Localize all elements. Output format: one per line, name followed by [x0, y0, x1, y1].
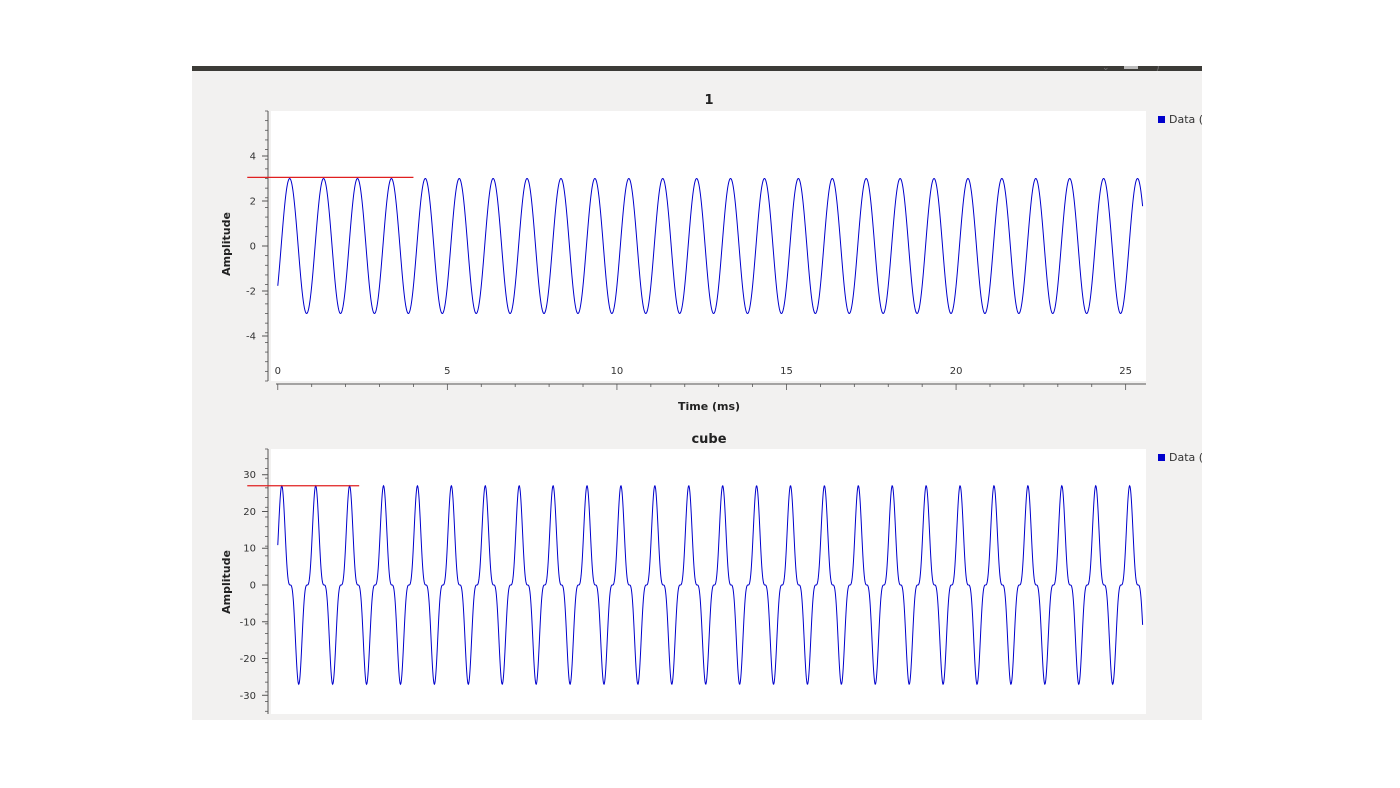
- x-tick-label: 15: [780, 366, 793, 377]
- qt-gui-window: ⌄ ) 1 Amplitude Time (ms) Data ( 4 2 0 -2 -4…: [192, 66, 1202, 720]
- y-axis-label: Amplitude: [220, 550, 233, 614]
- x-tick-label: 0: [275, 366, 281, 377]
- legend-label: Data (: [1169, 113, 1202, 126]
- time-plot-cube[interactable]: cube Amplitude Data ( 30 20 10 0 -10 -20 -30: [192, 424, 1202, 714]
- legend-swatch: [1158, 116, 1165, 123]
- y-tick-label: -20: [240, 654, 256, 665]
- y-tick-label: 10: [243, 544, 256, 555]
- plot-title: cube: [691, 432, 726, 447]
- plot-title: 1: [704, 93, 713, 108]
- maximize-icon[interactable]: [1124, 66, 1138, 69]
- legend-swatch: [1158, 454, 1165, 461]
- x-tick-label: 25: [1119, 366, 1132, 377]
- y-tick-label: 20: [243, 507, 256, 518]
- x-tick-label: 10: [611, 366, 624, 377]
- legend-label: Data (: [1169, 451, 1202, 464]
- x-axis-label: Time (ms): [678, 400, 740, 413]
- y-axis-label: Amplitude: [220, 212, 233, 276]
- y-tick-label: -4: [246, 332, 256, 343]
- x-tick-label: 5: [444, 366, 450, 377]
- y-tick-label: 0: [250, 242, 256, 253]
- window-titlebar: [192, 66, 1202, 71]
- close-icon[interactable]: ): [1156, 66, 1160, 73]
- x-tick-label: 20: [950, 366, 963, 377]
- y-tick-label: 30: [243, 470, 256, 481]
- chevron-down-icon[interactable]: ⌄: [1102, 66, 1110, 73]
- titlebar-controls: ⌄ ): [1102, 66, 1172, 73]
- y-tick-label: -30: [240, 691, 256, 702]
- y-tick-label: 0: [250, 581, 256, 592]
- time-plot-1[interactable]: 1 Amplitude Time (ms) Data ( 420-2-40 5 10…: [192, 86, 1202, 431]
- y-tick-label: -10: [240, 617, 256, 628]
- y-tick-label: -2: [246, 287, 256, 298]
- plot-canvas[interactable]: [271, 111, 1146, 381]
- y-tick-label: 2: [250, 197, 256, 208]
- y-tick-label: 4: [250, 152, 256, 163]
